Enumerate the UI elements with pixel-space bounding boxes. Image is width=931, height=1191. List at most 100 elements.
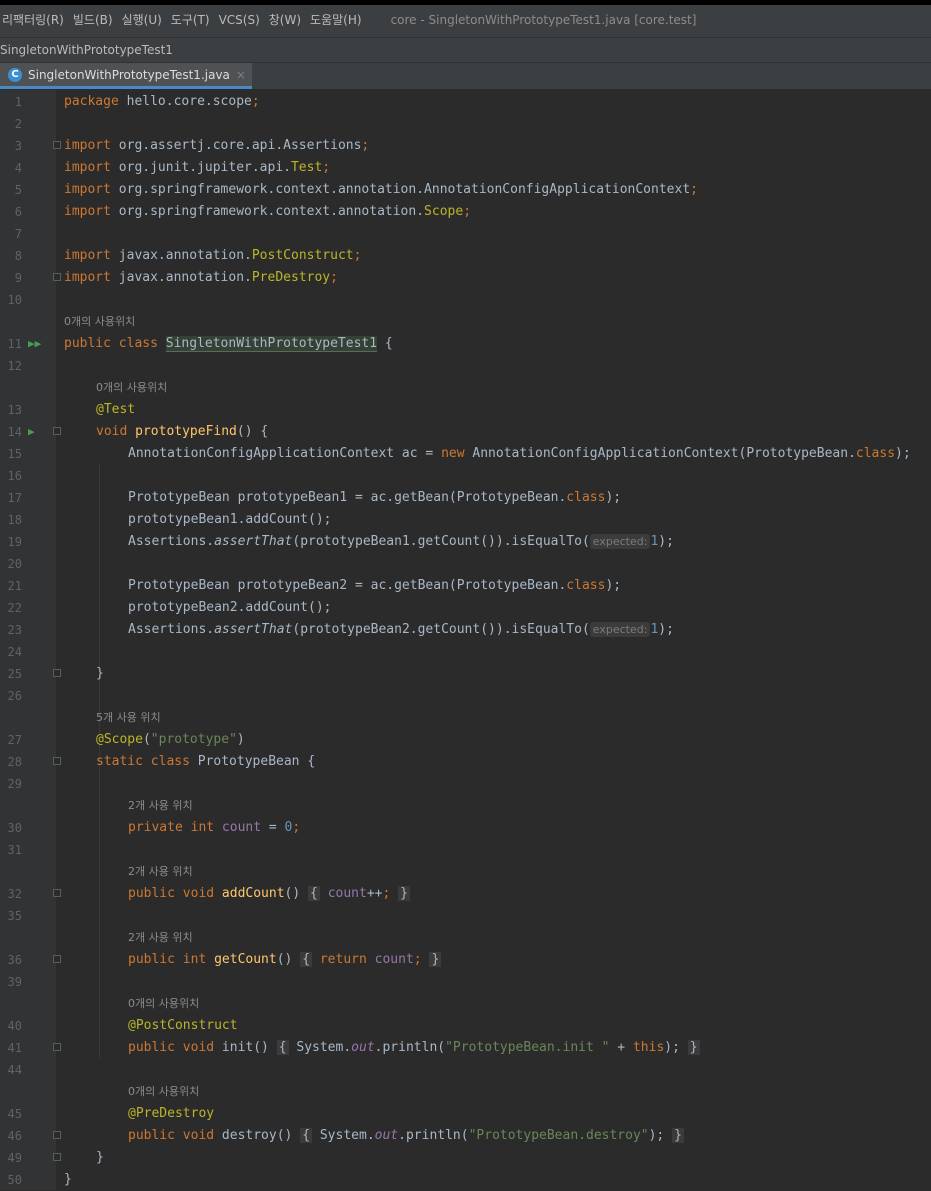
token: .println( — [374, 1040, 446, 1055]
code-line: 31 — [0, 839, 931, 861]
line-number: 14 — [7, 425, 22, 439]
line-number: 40 — [7, 1019, 22, 1033]
usage-hint[interactable]: 0개의 사용위치 — [0, 311, 931, 333]
usage-hint[interactable]: 2개 사용 위치 — [0, 927, 931, 949]
token: System. — [296, 1040, 352, 1055]
usage-hint[interactable]: 0개의 사용위치 — [0, 1081, 931, 1103]
fold-icon[interactable] — [53, 955, 61, 963]
line-number: 24 — [7, 645, 22, 659]
fold-icon[interactable] — [53, 1131, 61, 1139]
code-line: 6 import org.springframework.context.ann… — [0, 201, 931, 223]
code-line: 16 — [0, 465, 931, 487]
menu-window[interactable]: 창(W) — [267, 11, 308, 28]
line-number: 9 — [14, 271, 22, 285]
line-number: 44 — [7, 1063, 22, 1077]
breadcrumb-file[interactable]: SingletonWithPrototypeTest1 — [0, 43, 173, 57]
token: public void — [128, 1040, 222, 1055]
tab-singleton-test[interactable]: C SingletonWithPrototypeTest1.java × — [0, 63, 252, 89]
tab-label: SingletonWithPrototypeTest1.java — [28, 67, 230, 82]
usage-count[interactable]: 2개 사용 위치 — [128, 927, 193, 949]
usage-count[interactable]: 0개의 사용위치 — [64, 311, 135, 333]
token: assertThat — [214, 622, 293, 637]
code-line: 18 prototypeBean1.addCount(); — [0, 509, 931, 531]
line-number: 36 — [7, 953, 22, 967]
line-number: 12 — [7, 359, 22, 373]
line-number: 5 — [14, 183, 22, 197]
token: private int — [128, 820, 222, 835]
usage-count[interactable]: 0개의 사용위치 — [128, 1081, 199, 1103]
line-number: 25 — [7, 667, 22, 681]
code-line: 12 — [0, 355, 931, 377]
fold-icon[interactable] — [53, 273, 61, 281]
code-line: 26 — [0, 685, 931, 707]
token: { — [377, 336, 393, 351]
usage-hint[interactable]: 5개 사용 위치 — [0, 707, 931, 729]
line-number: 46 — [7, 1129, 22, 1143]
line-number: 4 — [14, 161, 22, 175]
usage-count[interactable]: 2개 사용 위치 — [128, 795, 193, 817]
menu-vcs[interactable]: VCS(S) — [217, 13, 267, 27]
token: ); — [605, 578, 622, 593]
code-editor[interactable]: 1 package hello.core.scope; 2 3 import o… — [0, 90, 931, 1190]
token: "prototype" — [150, 732, 237, 747]
code-line: 39 — [0, 971, 931, 993]
token: import — [64, 204, 111, 219]
token: new — [441, 446, 465, 461]
menu-run[interactable]: 실행(U) — [120, 11, 169, 28]
token: ); — [605, 490, 622, 505]
line-number: 2 — [14, 117, 22, 131]
token: () — [276, 952, 301, 967]
usage-hint[interactable]: 2개 사용 위치 — [0, 861, 931, 883]
usage-hint[interactable]: 0개의 사용위치 — [0, 377, 931, 399]
usage-hint[interactable]: 2개 사용 위치 — [0, 795, 931, 817]
token: out — [374, 1128, 399, 1143]
token: @PostConstruct — [128, 1018, 238, 1033]
code-line: 35 — [0, 905, 931, 927]
line-number: 22 — [7, 601, 22, 615]
line-number: 7 — [14, 227, 22, 241]
menu-build[interactable]: 빌드(B) — [71, 11, 120, 28]
code-line: 7 — [0, 223, 931, 245]
line-number: 8 — [14, 249, 22, 263]
token: "PrototypeBean.destroy" — [468, 1128, 649, 1143]
fold-icon[interactable] — [53, 427, 61, 435]
token: () — [284, 886, 309, 901]
token: AnnotationConfigApplicationContext(Proto… — [464, 446, 856, 461]
usage-count[interactable]: 5개 사용 위치 — [96, 707, 161, 729]
fold-icon[interactable] — [53, 669, 61, 677]
usage-count[interactable]: 0개의 사용위치 — [96, 377, 167, 399]
code-line: 21 PrototypeBean prototypeBean2 = ac.get… — [0, 575, 931, 597]
code-line: 45 @PreDestroy — [0, 1103, 931, 1125]
usage-count[interactable]: 0개의 사용위치 — [128, 993, 199, 1015]
line-number: 41 — [7, 1041, 22, 1055]
close-icon[interactable]: × — [236, 68, 246, 82]
run-all-icon[interactable]: ▶▶ — [28, 333, 41, 355]
token: () — [276, 1128, 301, 1143]
fold-icon[interactable] — [53, 889, 61, 897]
window-top-edge — [0, 0, 931, 5]
code-line: 29 — [0, 773, 931, 795]
code-line: 13 @Test — [0, 399, 931, 421]
fold-icon[interactable] — [53, 757, 61, 765]
token: ); — [664, 1040, 680, 1055]
menu-tools[interactable]: 도구(T) — [169, 11, 217, 28]
line-number: 28 — [7, 755, 22, 769]
fold-icon[interactable] — [53, 1153, 61, 1161]
run-test-icon[interactable]: ▶ — [28, 421, 35, 443]
code-line: 30 private int count = 0; — [0, 817, 931, 839]
code-line: 14 ▶ void prototypeFind() { — [0, 421, 931, 443]
token: PrototypeBean prototypeBean2 = ac.getBea… — [128, 578, 567, 593]
code-line: 23 Assertions.assertThat(prototypeBean2.… — [0, 619, 931, 641]
usage-count[interactable]: 2개 사용 위치 — [128, 861, 193, 883]
token: Scope — [424, 204, 464, 219]
token: void — [96, 424, 136, 439]
menu-refactor[interactable]: 리팩터링(R) — [0, 11, 71, 28]
fold-icon[interactable] — [53, 141, 61, 149]
fold-icon[interactable] — [53, 1043, 61, 1051]
line-number: 29 — [7, 777, 22, 791]
menu-help[interactable]: 도움말(H) — [308, 11, 369, 28]
line-number: 31 — [7, 843, 22, 857]
usage-hint[interactable]: 0개의 사용위치 — [0, 993, 931, 1015]
token: AnnotationConfigApplicationContext ac = — [128, 446, 442, 461]
line-number: 6 — [14, 205, 22, 219]
